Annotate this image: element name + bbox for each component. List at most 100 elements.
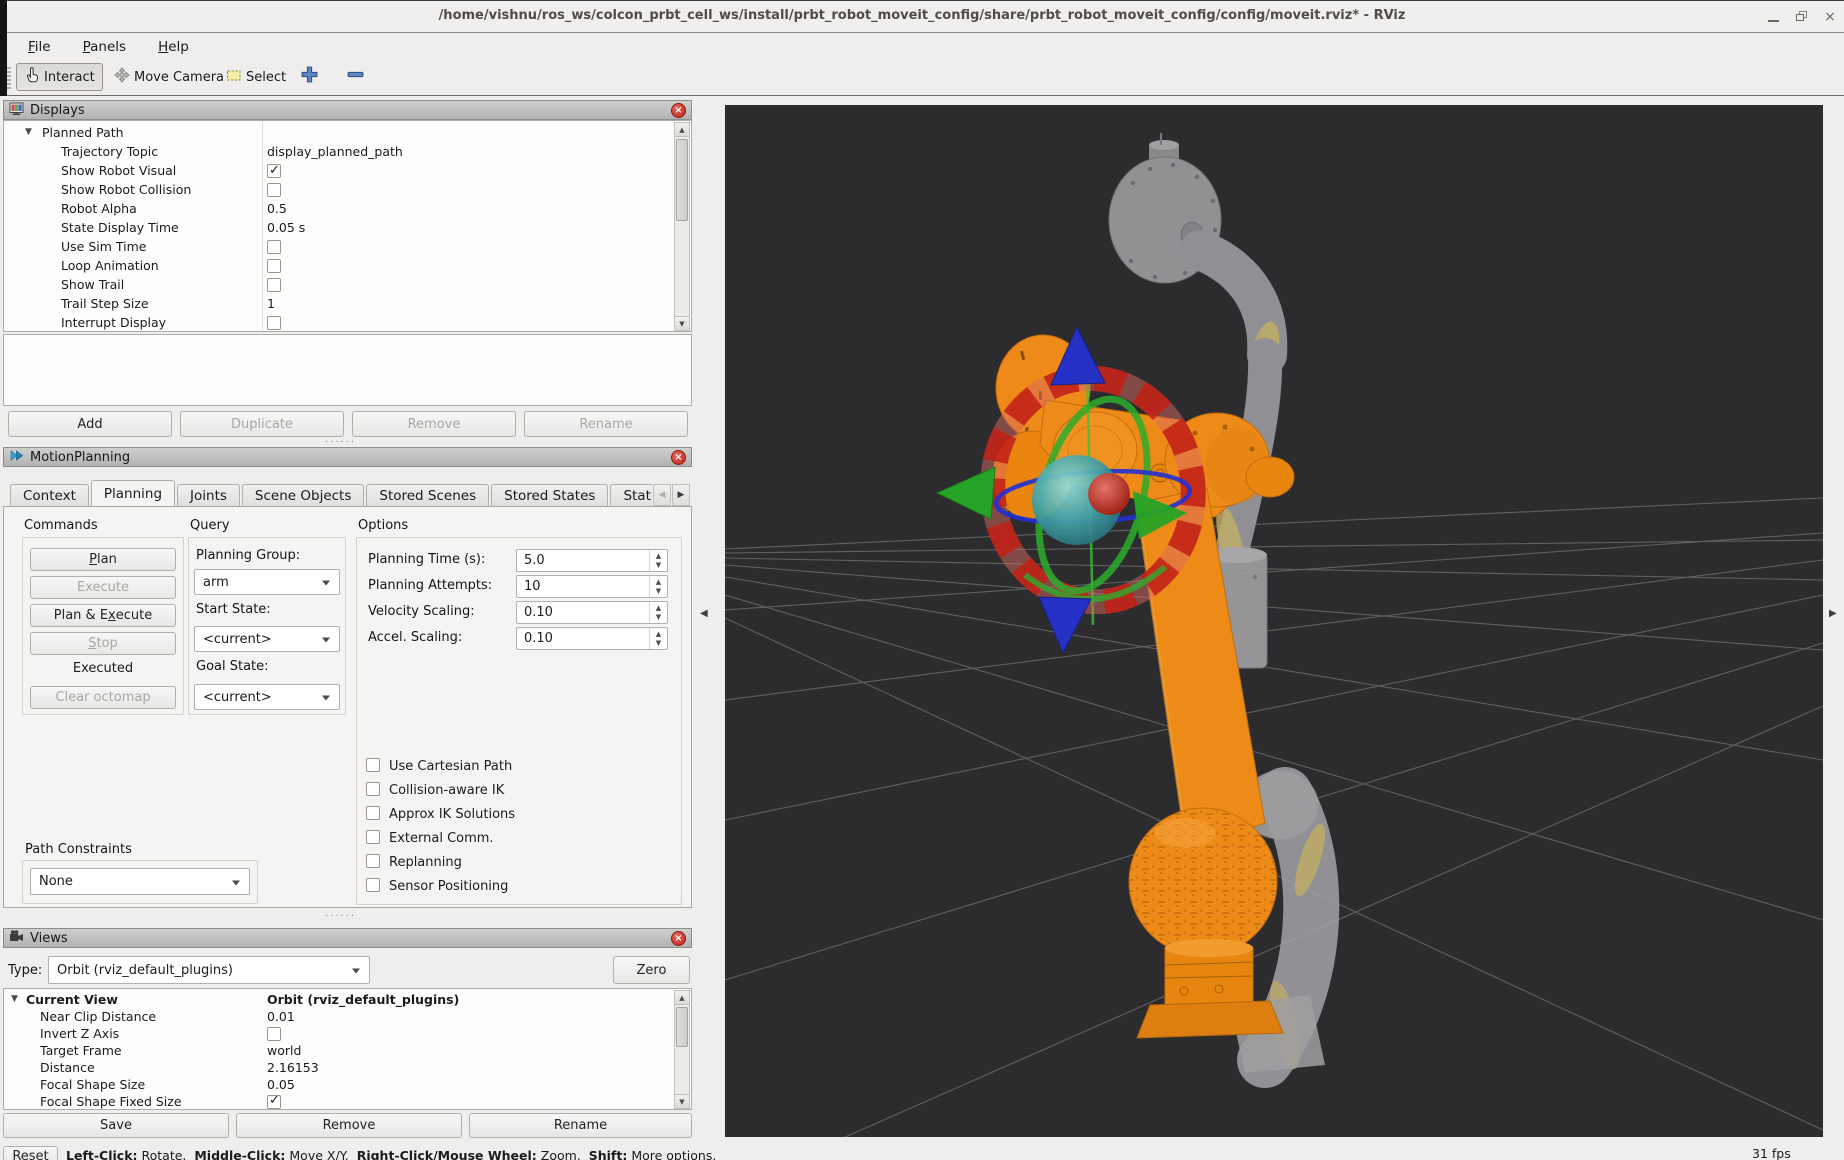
property-label[interactable]: Invert Z Axis: [40, 1025, 119, 1042]
zero-button[interactable]: Zero: [613, 956, 690, 984]
property-label[interactable]: Trajectory Topic: [61, 142, 158, 161]
tab-scene-objects[interactable]: Scene Objects: [241, 484, 365, 507]
property-value[interactable]: 2.16153: [267, 1059, 319, 1076]
collision-aware-ik-checkbox[interactable]: [366, 782, 380, 796]
spinner-arrows-icon[interactable]: ▲ ▼: [649, 576, 667, 597]
property-label[interactable]: Distance: [40, 1059, 95, 1076]
accel-scaling-spinner[interactable]: 0.10 ▲ ▼: [516, 627, 668, 650]
show-robot-visual-checkbox[interactable]: [267, 161, 281, 180]
displays-property-tree[interactable]: ▼ Planned Path Trajectory Topic display_p…: [3, 120, 692, 332]
property-label[interactable]: Near Clip Distance: [40, 1008, 156, 1025]
current-view-value[interactable]: Orbit (rviz_default_plugins): [267, 991, 459, 1008]
property-label[interactable]: State Display Time: [61, 218, 179, 237]
toolbar-drag-handle[interactable]: [7, 67, 11, 89]
minimize-button[interactable]: [1766, 10, 1782, 24]
scroll-down-icon[interactable]: ▼: [675, 1094, 689, 1108]
sensor-positioning-checkbox[interactable]: [366, 878, 380, 892]
motion-planning-close-icon[interactable]: ×: [671, 449, 686, 465]
show-trail-checkbox[interactable]: [267, 277, 281, 292]
planning-time-spinner[interactable]: 5.0 ▲ ▼: [516, 549, 668, 572]
property-value[interactable]: 0.05: [267, 1076, 295, 1093]
property-value[interactable]: display_planned_path: [267, 142, 403, 161]
property-label[interactable]: Focal Shape Fixed Size: [40, 1093, 182, 1109]
move-camera-tool-button[interactable]: Move Camera: [107, 63, 231, 91]
remove-display-button[interactable]: Remove: [352, 411, 516, 437]
tab-status[interactable]: Status: [610, 484, 652, 507]
planning-attempts-spinner[interactable]: 10 ▲ ▼: [516, 575, 668, 598]
use-cartesian-path-checkbox[interactable]: [366, 758, 380, 772]
view-type-select[interactable]: Orbit (rviz_default_plugins): [48, 956, 370, 984]
property-label[interactable]: Show Trail: [61, 275, 124, 294]
property-value[interactable]: world: [267, 1042, 301, 1059]
display-item-planned-path[interactable]: Planned Path: [42, 123, 124, 142]
displays-panel-header[interactable]: Displays ×: [3, 100, 692, 120]
tab-stored-states[interactable]: Stored States: [491, 484, 609, 507]
save-view-button[interactable]: Save: [3, 1113, 229, 1138]
scroll-up-icon[interactable]: ▲: [675, 123, 689, 137]
zoom-out-tool-button[interactable]: [346, 65, 365, 88]
menu-file[interactable]: File: [14, 36, 65, 58]
current-view-label[interactable]: Current View: [26, 991, 118, 1008]
views-property-tree[interactable]: ▼ Current View Orbit (rviz_default_plugi…: [3, 988, 692, 1110]
title-bar[interactable]: /home/vishnu/ros_ws/colcon_prbt_cell_ws/…: [0, 0, 1844, 33]
scroll-up-icon[interactable]: ▲: [675, 991, 689, 1005]
property-label[interactable]: Robot Alpha: [61, 199, 137, 218]
tab-planning[interactable]: Planning: [90, 480, 176, 507]
spinner-arrows-icon[interactable]: ▲ ▼: [649, 602, 667, 623]
rename-view-button[interactable]: Rename: [469, 1113, 692, 1138]
approx-ik-solutions-checkbox[interactable]: [366, 806, 380, 820]
views-close-icon[interactable]: ×: [671, 930, 686, 946]
loop-animation-checkbox[interactable]: [267, 258, 281, 273]
velocity-scaling-spinner[interactable]: 0.10 ▲ ▼: [516, 601, 668, 624]
clear-octomap-button[interactable]: Clear octomap: [30, 686, 176, 709]
remove-view-button[interactable]: Remove: [236, 1113, 462, 1138]
use-sim-time-checkbox[interactable]: [267, 239, 281, 254]
zoom-in-tool-button[interactable]: [300, 65, 319, 88]
property-label[interactable]: Show Robot Collision: [61, 180, 191, 199]
property-label[interactable]: Loop Animation: [61, 256, 159, 275]
property-label[interactable]: Trail Step Size: [61, 294, 149, 313]
displays-close-icon[interactable]: ×: [671, 102, 686, 118]
scrollbar-thumb[interactable]: [676, 1007, 688, 1047]
replanning-checkbox[interactable]: [366, 854, 380, 868]
add-display-button[interactable]: Add: [8, 411, 172, 437]
interact-tool-button[interactable]: Interact: [16, 63, 103, 91]
render-viewport[interactable]: [724, 105, 1824, 1160]
property-value[interactable]: 0.01: [267, 1008, 295, 1025]
property-label[interactable]: Interrupt Display: [61, 313, 166, 331]
views-scrollbar[interactable]: ▲ ▼: [674, 990, 690, 1109]
execute-button[interactable]: Execute: [30, 576, 176, 599]
plan-button[interactable]: Plan: [30, 548, 176, 571]
collapse-right-dock-icon[interactable]: ▶: [1829, 608, 1837, 619]
tab-scroll-right-icon[interactable]: ▶: [672, 484, 690, 506]
views-panel-header[interactable]: Views ×: [3, 928, 692, 948]
planning-group-select[interactable]: arm: [194, 569, 340, 595]
motion-planning-panel-header[interactable]: MotionPlanning ×: [3, 447, 692, 467]
property-value[interactable]: 1: [267, 294, 275, 313]
invert-z-axis-checkbox[interactable]: [267, 1026, 281, 1041]
tab-stored-scenes[interactable]: Stored Scenes: [366, 484, 490, 507]
spinner-arrows-icon[interactable]: ▲ ▼: [649, 550, 667, 571]
property-label[interactable]: Focal Shape Size: [40, 1076, 145, 1093]
plan-and-execute-button[interactable]: Plan & Ex ecute: [30, 604, 176, 627]
collapse-left-dock-icon[interactable]: ◀: [700, 608, 708, 619]
focal-shape-fixed-size-checkbox[interactable]: [267, 1092, 281, 1109]
scroll-down-icon[interactable]: ▼: [675, 316, 689, 330]
goal-state-select[interactable]: <current>: [194, 684, 340, 710]
duplicate-display-button[interactable]: Duplicate: [180, 411, 344, 437]
interrupt-display-checkbox[interactable]: [267, 315, 281, 330]
property-label[interactable]: Show Robot Visual: [61, 161, 176, 180]
reset-button[interactable]: Reset: [3, 1146, 58, 1160]
displays-scrollbar[interactable]: ▲ ▼: [674, 122, 690, 331]
translate-arrow-green-left[interactable]: [935, 466, 996, 520]
rename-display-button[interactable]: Rename: [524, 411, 688, 437]
close-window-button[interactable]: ×: [1822, 10, 1838, 24]
property-value[interactable]: 0.5: [267, 199, 287, 218]
tab-context[interactable]: Context: [10, 484, 89, 507]
tab-joints[interactable]: Joints: [177, 484, 240, 507]
property-label[interactable]: Use Sim Time: [61, 237, 146, 256]
property-label[interactable]: Target Frame: [40, 1042, 122, 1059]
tab-scroll-left-icon[interactable]: ◀: [653, 484, 671, 506]
restore-button[interactable]: [1794, 10, 1810, 24]
start-state-select[interactable]: <current>: [194, 626, 340, 652]
